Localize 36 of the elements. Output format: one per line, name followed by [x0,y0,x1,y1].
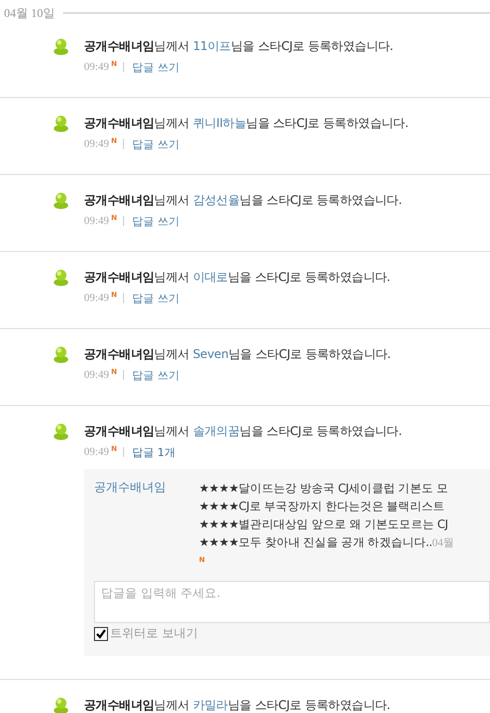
reply-link[interactable]: 답글 쓰기 [132,60,180,74]
activity-text: 공개수배녀임님께서 솔개의꿈님을 스타CJ로 등록하였습니다. [84,423,403,440]
time-text: 09:49 [84,215,110,227]
reply-link[interactable]: 답글 쓰기 [132,290,180,306]
user-icon [52,422,70,440]
user-icon [52,345,70,363]
time-text: 09:49 [84,138,110,150]
time-text: 09:49 [84,446,110,458]
time-text: 09:49 [84,61,110,73]
reply-text: ★★★★모두 찾아내 진실을 공개 하겠습니다.. [199,534,432,551]
reply-link[interactable]: 답글 1개 [132,444,176,460]
activity-text: 공개수배녀임님께서 감성선율님을 스타CJ로 등록하였습니다. [84,192,403,209]
activity-text: 공개수배녀임님께서 카밀라님을 스타CJ로 등록하였습니다. [84,697,392,713]
reply-link[interactable]: 답글 쓰기 [132,368,180,382]
reply-link[interactable]: 답글 쓰기 [132,214,180,228]
reply-text: ★★★★CJ로 부국장까지 한다는것은 블랙리스트 [199,498,446,515]
activity-text: 공개수배녀임님께서 퀴니II하늘님을 스타CJ로 등록하였습니다. [84,115,410,132]
activity-text: 공개수배녀임님께서 11이프님을 스타CJ로 등록하였습니다. [84,38,394,55]
reply-field[interactable]: 답글을 입력해 주세요. [94,581,490,623]
time-text: 09:49 [84,369,110,381]
date-text: 04월 [432,536,454,550]
user-icon [52,696,70,713]
user-icon [52,114,70,132]
checkbox[interactable] [94,626,108,640]
reply-link[interactable]: 답글 쓰기 [132,136,180,152]
reply-text: ★★★★달이뜨는강 방송국 CJ세이클럽 기본도 모 [199,480,449,497]
user-icon [52,268,70,286]
checkbox-label: 트위터로 보내기 [110,625,198,642]
activity-text: 공개수배녀임님께서 Seven님을 스타CJ로 등록하였습니다. [84,346,392,363]
reply-author[interactable]: 공개수배녀임 [94,479,199,565]
user-icon [52,37,70,55]
activity-text: 공개수배녀임님께서 이대로님을 스타CJ로 등록하였습니다. [84,269,392,286]
reply-text: ★★★★별관리대상임 앞으로 왜 기본도모르는 CJ [199,516,449,533]
user-icon [52,191,70,209]
date-header: 04월 10일 [4,4,55,22]
time-text: 09:49 [84,292,110,304]
